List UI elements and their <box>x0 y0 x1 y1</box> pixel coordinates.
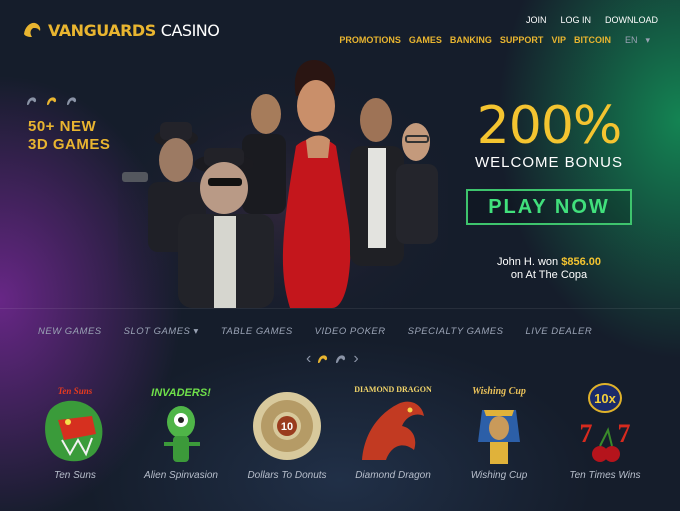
game-tile-dollars-to-donuts[interactable]: 10 Dollars To Donuts <box>234 380 340 481</box>
carousel-dot-active-icon[interactable] <box>317 354 329 364</box>
brand-logo[interactable]: VANGUARDS CASINO <box>22 20 220 40</box>
login-link[interactable]: LOG IN <box>560 15 591 25</box>
winner-game: on At The Copa <box>510 269 588 281</box>
slide-dot-icon[interactable] <box>66 96 78 106</box>
game-name: Wishing Cup <box>470 470 528 481</box>
winner-name: John H. won <box>497 256 562 268</box>
games-carousel-controls: ‹ › <box>306 350 359 368</box>
diamond-dragon-thumbnail: DIAMOND DRAGON <box>354 385 432 460</box>
hero-slide-indicators <box>26 96 78 106</box>
featured-games-row: Ten Suns Ten Suns INVADERS! Alien Spinva… <box>22 380 658 481</box>
category-specialty-games[interactable]: SPECIALTY GAMES <box>408 326 504 337</box>
svg-text:10: 10 <box>281 421 293 433</box>
language-select[interactable]: EN <box>625 35 638 46</box>
category-video-poker[interactable]: VIDEO POKER <box>315 326 386 337</box>
game-tile-alien-spinvasion[interactable]: INVADERS! Alien Spinvasion <box>128 380 234 481</box>
svg-text:Wishing Cup: Wishing Cup <box>472 386 526 397</box>
game-name: Dollars To Donuts <box>247 470 327 481</box>
carousel-dot-icon[interactable] <box>335 354 347 364</box>
bonus-label: WELCOME BONUS <box>474 154 623 171</box>
svg-text:7: 7 <box>580 419 593 448</box>
slide-dot-icon[interactable] <box>26 96 38 106</box>
ten-suns-thumbnail: Ten Suns <box>45 386 103 462</box>
game-name: Ten Suns <box>54 470 96 481</box>
svg-text:10x: 10x <box>594 391 616 406</box>
slide-dot-active-icon[interactable] <box>46 96 58 106</box>
brand-name-light: CASINO <box>160 20 220 40</box>
game-tile-ten-suns[interactable]: Ten Suns Ten Suns <box>22 380 128 481</box>
promo-line-1: 50+ NEW <box>28 118 97 135</box>
chevron-down-icon: ▾ <box>193 326 199 337</box>
game-tile-wishing-cup[interactable]: Wishing Cup Wishing Cup <box>446 380 552 481</box>
game-name: Alien Spinvasion <box>144 470 218 481</box>
nav-bitcoin[interactable]: BITCOIN <box>574 35 611 46</box>
game-tile-ten-times-wins[interactable]: 10x 7 7 Ten Times Wins <box>552 380 658 481</box>
game-name: Ten Times Wins <box>569 470 641 481</box>
download-link[interactable]: DOWNLOAD <box>605 15 658 25</box>
promo-headline: 50+ NEW 3D GAMES <box>28 118 110 154</box>
promo-line-2: 3D GAMES <box>28 136 111 153</box>
play-now-button[interactable]: PLAY NOW <box>466 189 632 225</box>
hero-characters-illustration <box>118 60 448 308</box>
nav-vip[interactable]: VIP <box>551 35 566 46</box>
nav-games[interactable]: GAMES <box>409 35 442 46</box>
chevron-right-icon[interactable]: › <box>353 350 358 368</box>
account-links: JOIN LOG IN DOWNLOAD <box>526 15 658 25</box>
alien-spinvasion-thumbnail: INVADERS! <box>151 387 211 462</box>
game-tile-diamond-dragon[interactable]: DIAMOND DRAGON Diamond Dragon <box>340 380 446 481</box>
category-table-games[interactable]: TABLE GAMES <box>221 326 293 337</box>
category-live-dealer[interactable]: LIVE DEALER <box>525 326 592 337</box>
main-nav: PROMOTIONS GAMES BANKING SUPPORT VIP BIT… <box>339 35 650 46</box>
bonus-amount: 200% <box>476 96 623 156</box>
chevron-left-icon[interactable]: ‹ <box>306 350 311 368</box>
category-slot-games[interactable]: SLOT GAMES ▾ <box>124 326 199 337</box>
category-new-games[interactable]: NEW GAMES <box>38 326 102 337</box>
section-divider <box>0 308 680 309</box>
recent-winner-ticker: John H. won $856.00 on At The Copa <box>464 256 634 282</box>
winner-amount: $856.00 <box>561 256 601 268</box>
nav-support[interactable]: SUPPORT <box>500 35 544 46</box>
join-link[interactable]: JOIN <box>526 15 547 25</box>
wishing-cup-thumbnail: Wishing Cup <box>472 386 526 464</box>
ten-times-wins-thumbnail: 10x 7 7 <box>580 383 631 462</box>
chevron-down-icon[interactable]: ▾ <box>645 35 650 46</box>
game-category-nav: NEW GAMES SLOT GAMES ▾ TABLE GAMES VIDEO… <box>38 326 592 337</box>
svg-text:INVADERS!: INVADERS! <box>151 387 211 399</box>
game-name: Diamond Dragon <box>355 470 431 481</box>
brand-name-bold: VANGUARDS <box>48 20 156 40</box>
dollars-to-donuts-thumbnail: 10 <box>253 392 321 460</box>
svg-text:7: 7 <box>618 419 631 448</box>
svg-text:Ten Suns: Ten Suns <box>58 386 93 396</box>
nav-promotions[interactable]: PROMOTIONS <box>339 35 401 46</box>
logo-icon <box>24 22 41 37</box>
svg-text:DIAMOND DRAGON: DIAMOND DRAGON <box>354 385 432 394</box>
nav-banking[interactable]: BANKING <box>450 35 492 46</box>
